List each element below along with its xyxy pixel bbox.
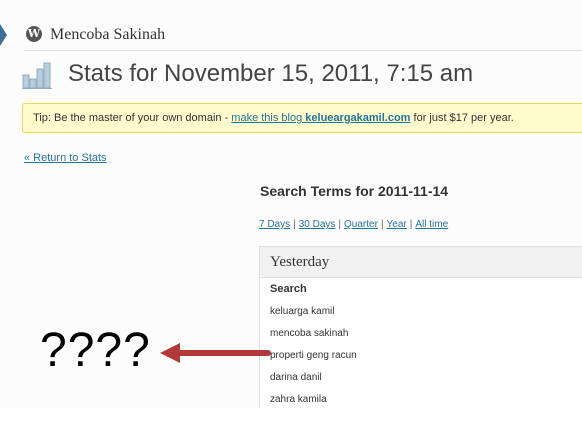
return-to-stats-link[interactable]: « Return to Stats: [24, 152, 107, 164]
tip-prefix: Tip: Be the master of your own domain -: [33, 112, 232, 124]
search-term-row: mencoba sakinah: [270, 328, 349, 339]
range-nav: 7 Days | 30 Days | Quarter | Year | All time: [259, 219, 449, 230]
admin-bar: W Mencoba Sakinah: [0, 18, 582, 52]
range-year-link[interactable]: Year: [387, 219, 407, 230]
stats-bars-icon: [22, 62, 52, 89]
search-term-row: darina danil: [270, 372, 322, 383]
tip-suffix: for just $17 per year.: [410, 112, 514, 124]
range-quarter-link[interactable]: Quarter: [344, 219, 378, 230]
search-term-row: properti geng racun: [270, 350, 357, 361]
page-title: Stats for November 15, 2011, 7:15 am: [68, 60, 474, 87]
annotation-question-marks: ????: [40, 324, 151, 377]
range-all-time-link[interactable]: All time: [415, 219, 448, 230]
range-30-days-link[interactable]: 30 Days: [299, 219, 336, 230]
tip-link-text: make this blog: [231, 112, 303, 124]
tip-notice: Tip: Be the master of your own domain - …: [22, 103, 582, 133]
bottom-margin: [0, 408, 582, 437]
tip-domain: kelueargakamil.com: [305, 112, 411, 124]
admin-menu-toggle-icon[interactable]: [0, 24, 7, 46]
tip-upgrade-link[interactable]: make this blog kelueargakamil.com: [231, 112, 410, 124]
column-header-search: Search: [270, 283, 307, 295]
box-title: Yesterday: [260, 247, 582, 278]
site-name-link[interactable]: Mencoba Sakinah: [50, 26, 165, 44]
search-term-row: keluarga kamil: [270, 306, 335, 317]
admin-bar-divider: [24, 50, 582, 51]
wordpress-logo-icon[interactable]: W: [26, 26, 42, 42]
search-terms-box: Yesterday Search keluarga kamil mencoba …: [259, 246, 582, 408]
search-terms-title: Search Terms for 2011-11-14: [260, 183, 449, 199]
search-term-row: zahra kamila: [270, 394, 327, 405]
range-7-days-link[interactable]: 7 Days: [259, 219, 290, 230]
